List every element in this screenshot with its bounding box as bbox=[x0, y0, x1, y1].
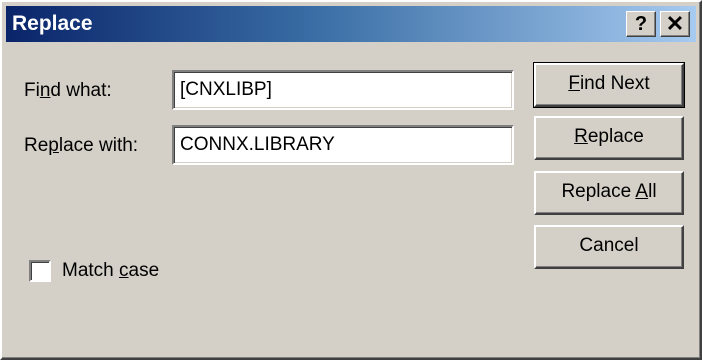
help-button[interactable]: ? bbox=[626, 11, 656, 37]
replace-dialog: Replace ? ✕ Find what: [CNXLIBP] Replace… bbox=[0, 0, 702, 360]
find-what-input[interactable]: [CNXLIBP] bbox=[172, 70, 514, 110]
match-case-label[interactable]: Match case bbox=[62, 260, 159, 282]
replace-all-button[interactable]: Replace All bbox=[534, 171, 684, 215]
close-icon: ✕ bbox=[665, 11, 685, 36]
replace-with-input[interactable]: CONNX.LIBRARY bbox=[172, 125, 514, 165]
replace-button[interactable]: Replace bbox=[534, 116, 684, 160]
find-next-button[interactable]: Find Next bbox=[533, 62, 685, 108]
replace-with-label: Replace with: bbox=[24, 135, 139, 156]
window-title: Replace bbox=[12, 12, 93, 35]
close-button[interactable]: ✕ bbox=[660, 11, 690, 37]
match-case-checkbox[interactable] bbox=[29, 260, 51, 282]
cancel-button[interactable]: Cancel bbox=[534, 225, 684, 269]
find-what-label: Find what: bbox=[24, 80, 112, 101]
title-bar[interactable]: Replace ? ✕ bbox=[6, 6, 696, 42]
